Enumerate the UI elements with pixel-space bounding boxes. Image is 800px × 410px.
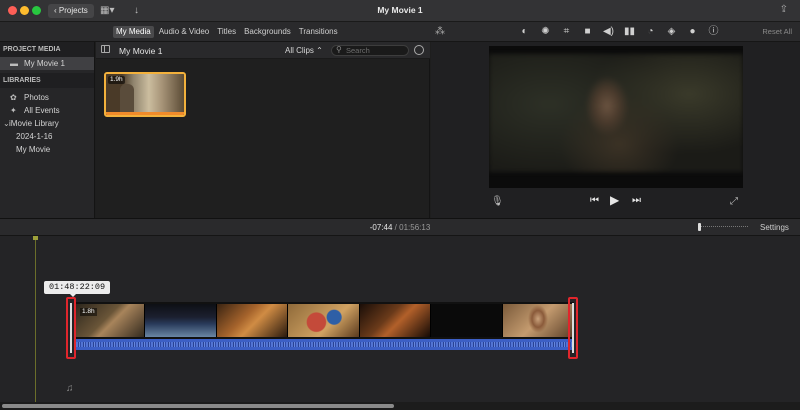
sidebar-item-photos[interactable]: ✿ Photos xyxy=(0,91,94,104)
noise-reduction-icon[interactable]: ◈ xyxy=(665,26,678,38)
clip-filmstrip xyxy=(74,304,574,337)
total-time: 01:56:13 xyxy=(399,223,431,232)
browser-toolbar: My Movie 1 All Clips ⌃ ⚲ xyxy=(96,42,430,59)
trim-timecode-tooltip: 01:48:22:09 xyxy=(44,281,111,297)
sidebar-item-library[interactable]: ⌄ iMovie Library xyxy=(0,117,94,130)
filmstrip-frame xyxy=(145,304,217,337)
sidebar-item-library-label: iMovie Library xyxy=(9,119,59,128)
clip-duration-badge: 1.9h xyxy=(108,76,125,84)
search-icon: ⚲ xyxy=(336,45,342,54)
timeline-timecode: -07:44 / 01:56:13 xyxy=(0,223,800,232)
star-icon: ✦ xyxy=(10,106,17,115)
tab-audio-video[interactable]: Audio & Video xyxy=(156,26,213,38)
filmstrip-frame xyxy=(288,304,360,337)
window-title: My Movie 1 xyxy=(377,5,423,15)
search-input[interactable] xyxy=(346,46,406,55)
media-tabs: My Media Audio & Video Titles Background… xyxy=(113,26,341,38)
sidebar-item-project-label: My Movie 1 xyxy=(24,59,65,68)
stabilization-icon[interactable]: ■ xyxy=(581,26,594,38)
color-balance-icon[interactable]: ◐ xyxy=(518,26,531,38)
time-separator: / xyxy=(394,223,397,232)
libraries-header: LIBRARIES xyxy=(0,73,94,88)
adjustment-toolbar: ◐ ✺ ⌗ ■ ◀) ▮▮ ◔ ◈ ● ⓘ xyxy=(518,26,720,38)
music-note-icon: ♫ xyxy=(66,383,74,394)
sidebar-toggle-icon[interactable] xyxy=(101,45,110,53)
top-toolbar: My Media Audio & Video Titles Background… xyxy=(0,22,800,42)
fullscreen-icon[interactable]: ⤢ xyxy=(730,196,738,207)
trim-handle-left[interactable] xyxy=(66,297,76,359)
filmstrip-frame xyxy=(431,304,503,337)
sidebar-item-all-events-label: All Events xyxy=(24,106,60,115)
sidebar-item-event-date-label: 2024-1-16 xyxy=(16,132,53,141)
search-box: ⚲ xyxy=(331,45,409,56)
share-icon[interactable]: ⇪ xyxy=(780,4,788,15)
clip-filter-value: All Clips xyxy=(285,46,314,55)
browser-title: My Movie 1 xyxy=(119,46,163,56)
timeline-settings-button[interactable]: Settings xyxy=(760,223,789,232)
timeline-header: -07:44 / 01:56:13 Settings xyxy=(0,218,800,236)
clock-icon[interactable] xyxy=(414,45,424,55)
film-icon: ▬ xyxy=(10,59,18,68)
skip-forward-icon[interactable]: ⏭︎ xyxy=(632,195,641,206)
trim-grip-left xyxy=(70,303,72,353)
clip-preview-figure xyxy=(120,84,134,114)
trim-handle-right[interactable] xyxy=(568,297,578,359)
audio-waveform[interactable] xyxy=(74,339,574,350)
timeline-clip-duration: 1.8h xyxy=(80,308,97,316)
clip-used-indicator xyxy=(106,112,184,115)
clip-filter-select[interactable]: All Clips ⌃ xyxy=(285,46,323,55)
sidebar-item-event-date[interactable]: 2024-1-16 xyxy=(0,130,94,143)
volume-icon[interactable]: ◀) xyxy=(602,26,615,38)
tab-my-media[interactable]: My Media xyxy=(113,26,154,38)
sidebar-item-all-events[interactable]: ✦ All Events xyxy=(0,104,94,117)
video-frame xyxy=(489,54,743,172)
media-clip-thumbnail[interactable]: 1.9h xyxy=(104,72,186,117)
scrollbar-thumb[interactable] xyxy=(2,404,394,408)
clip-filter-icon[interactable]: ● xyxy=(686,26,699,38)
waveform-graphic xyxy=(74,342,574,347)
sidebar-item-event-movie-label: My Movie xyxy=(16,145,51,154)
video-preview[interactable] xyxy=(489,46,743,188)
enhance-wand-icon[interactable]: ⁂ xyxy=(435,26,445,37)
crop-icon[interactable]: ⌗ xyxy=(560,26,573,38)
timeline-zoom-slider[interactable] xyxy=(700,226,748,228)
info-icon[interactable]: ⓘ xyxy=(707,26,720,38)
current-time: -07:44 xyxy=(369,223,393,232)
timeline-clip[interactable]: 1.8h xyxy=(74,302,574,350)
microphone-icon[interactable]: 🎙︎ xyxy=(491,196,504,207)
filmstrip-frame xyxy=(359,304,432,337)
viewer-panel: 🎙︎ ⏮︎ ▶ ⏭︎ ⤢ xyxy=(431,42,800,218)
tab-backgrounds[interactable]: Backgrounds xyxy=(241,26,294,38)
tab-titles[interactable]: Titles xyxy=(214,26,239,38)
play-icon[interactable]: ▶ xyxy=(610,193,619,207)
title-bar: ‹ Projects ▦▾ ↓ My Movie 1 ⇪ xyxy=(0,0,800,22)
speed-icon[interactable]: ◔ xyxy=(644,26,657,38)
timeline[interactable]: 01:48:22:09 1.8h ♫ xyxy=(0,236,800,402)
media-browser: My Movie 1 All Clips ⌃ ⚲ 1.9h xyxy=(96,42,430,218)
updown-chevron-icon: ⌃ xyxy=(316,46,323,55)
filmstrip-frame xyxy=(216,304,289,337)
timeline-horizontal-scrollbar[interactable] xyxy=(0,402,800,410)
trim-grip-right xyxy=(572,303,574,353)
playhead[interactable] xyxy=(33,236,38,402)
project-media-header: PROJECT MEDIA xyxy=(0,42,94,57)
libraries-sidebar: PROJECT MEDIA ▬ My Movie 1 LIBRARIES ✿ P… xyxy=(0,42,95,218)
sidebar-item-photos-label: Photos xyxy=(24,93,49,102)
sidebar-item-project[interactable]: ▬ My Movie 1 xyxy=(0,57,94,70)
photos-icon: ✿ xyxy=(10,93,17,102)
skip-back-icon[interactable]: ⏮︎ xyxy=(590,195,599,206)
color-correction-icon[interactable]: ✺ xyxy=(539,26,552,38)
equalizer-icon[interactable]: ▮▮ xyxy=(623,26,636,38)
reset-all-button[interactable]: Reset All xyxy=(762,27,792,36)
tab-transitions[interactable]: Transitions xyxy=(296,26,341,38)
filmstrip-frame xyxy=(502,304,574,337)
sidebar-item-event-movie[interactable]: My Movie xyxy=(0,143,94,156)
timeline-zoom-knob[interactable] xyxy=(698,223,701,231)
